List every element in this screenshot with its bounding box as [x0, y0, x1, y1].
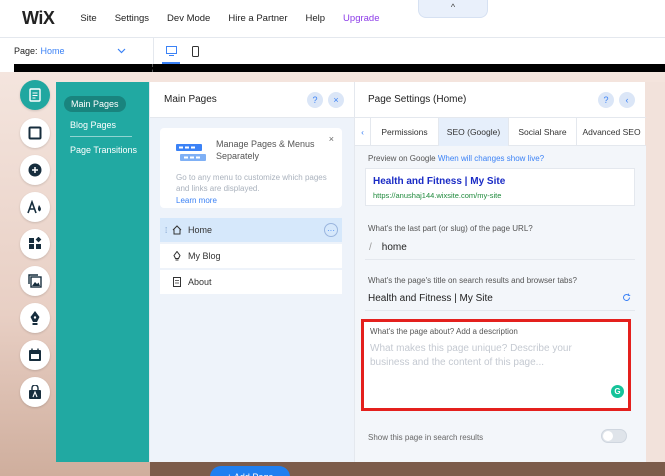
device-switcher — [162, 38, 202, 64]
pages-icon[interactable] — [20, 80, 50, 110]
mobile-icon[interactable] — [188, 38, 202, 64]
menu-site[interactable]: Site — [80, 13, 96, 24]
page-icon — [172, 277, 182, 287]
page-settings-header: Page Settings (Home) ? ‹ — [355, 82, 646, 118]
menu-settings[interactable]: Settings — [115, 13, 149, 24]
page-settings-title: Page Settings (Home) — [368, 94, 467, 105]
preview-label: Preview on Google — [368, 154, 436, 163]
page-settings-panel: Page Settings (Home) ? ‹ ‹ Permissions S… — [354, 82, 646, 462]
slug-value: home — [381, 242, 407, 253]
pages-nav-panel: Main Pages Blog Pages Page Transitions — [56, 82, 149, 462]
show-in-search-label: Show this page in search results — [368, 433, 484, 442]
description-field[interactable]: What's the page about? Add a description… — [361, 319, 631, 411]
add-icon[interactable] — [20, 155, 50, 185]
desktop-icon[interactable] — [162, 38, 180, 64]
main-pages-title: Main Pages — [164, 94, 217, 105]
page-item-my-blog[interactable]: My Blog — [160, 244, 342, 268]
page-item-label: About — [188, 277, 212, 287]
learn-more-link[interactable]: Learn more — [176, 196, 217, 205]
settings-tabs: ‹ Permissions SEO (Google) Social Share … — [355, 118, 646, 146]
page-item-label: My Blog — [188, 251, 221, 261]
collapse-toolbar-tab[interactable]: ^ — [418, 0, 488, 18]
show-in-search-toggle[interactable] — [601, 429, 627, 443]
seo-title-field[interactable]: Health and Fitness | My Site — [365, 287, 635, 311]
slug-label: What's the last part (or slug) of the pa… — [368, 224, 533, 233]
top-bar: WiX Site Settings Dev Mode Hire a Partne… — [0, 0, 665, 38]
page-selector-value: Home — [40, 46, 65, 56]
google-preview: Health and Fitness | My Site https://anu… — [365, 168, 635, 206]
tabs-scroll-left-icon[interactable]: ‹ — [355, 118, 371, 146]
main-pages-header: Main Pages ? × — [150, 82, 355, 118]
background-icon[interactable] — [20, 118, 50, 148]
help-icon[interactable]: ? — [598, 92, 614, 108]
wix-logo[interactable]: WiX — [22, 8, 55, 29]
blog-icon[interactable] — [20, 303, 50, 333]
menu-help[interactable]: Help — [306, 13, 326, 24]
left-rail — [16, 80, 56, 432]
reset-icon[interactable] — [622, 293, 631, 305]
app-market-icon[interactable] — [20, 229, 50, 259]
main-pages-body: Manage Pages & Menus Separately × Go to … — [150, 118, 355, 476]
chevron-up-icon: ^ — [450, 2, 456, 12]
add-page-button[interactable]: + Add Page — [210, 466, 290, 476]
chevron-down-icon — [117, 46, 126, 56]
nav-blog-pages[interactable]: Blog Pages — [70, 120, 116, 130]
nav-main-pages[interactable]: Main Pages — [64, 96, 126, 112]
description-label: What's the page about? Add a description — [370, 327, 518, 336]
slug-field[interactable]: / home — [365, 236, 635, 260]
menu-dev-mode[interactable]: Dev Mode — [167, 13, 210, 24]
tab-permissions[interactable]: Permissions — [371, 118, 439, 146]
seo-title-label: What's the page's title on search result… — [368, 276, 577, 285]
manage-menus-promo: Manage Pages & Menus Separately × Go to … — [160, 128, 342, 208]
close-icon[interactable]: × — [328, 92, 344, 108]
media-icon[interactable] — [20, 266, 50, 296]
preview-title: Health and Fitness | My Site — [373, 176, 506, 187]
back-icon[interactable]: ‹ — [619, 92, 635, 108]
page-selector[interactable]: Page: Home — [14, 38, 154, 64]
store-icon[interactable] — [20, 377, 50, 407]
grammarly-icon[interactable]: G — [611, 385, 624, 398]
menus-illustration-icon — [176, 142, 206, 164]
promo-title: Manage Pages & Menus Separately — [216, 139, 315, 161]
promo-close-icon[interactable]: × — [329, 134, 334, 144]
page-selector-label: Page: — [14, 46, 38, 56]
nav-divider — [70, 136, 132, 137]
page-item-label: Home — [188, 225, 213, 235]
changes-live-link[interactable]: When will changes show live? — [438, 154, 544, 163]
tab-social-share[interactable]: Social Share — [509, 118, 577, 146]
page-bar: Page: Home — [0, 38, 665, 64]
slug-prefix: / — [369, 242, 372, 253]
promo-description: Go to any menu to customize which pages … — [176, 173, 327, 193]
canvas-top-bar — [14, 64, 665, 72]
preview-url: https://anushaj144.wixsite.com/my-site — [373, 191, 502, 200]
seo-settings-body: Preview on Google When will changes show… — [355, 146, 646, 462]
bookings-icon[interactable] — [20, 340, 50, 370]
tab-advanced-seo[interactable]: Advanced SEO — [577, 118, 646, 146]
nav-page-transitions[interactable]: Page Transitions — [70, 145, 137, 155]
blog-page-icon — [172, 251, 182, 261]
seo-title-value: Health and Fitness | My Site — [368, 293, 493, 304]
top-menu: Site Settings Dev Mode Hire a Partner He… — [80, 13, 397, 24]
main-pages-panel: Main Pages ? × Manage Pages & Menus Sepa… — [149, 82, 355, 476]
home-icon — [172, 225, 182, 235]
page-item-about[interactable]: About — [160, 270, 342, 294]
theme-icon[interactable] — [20, 192, 50, 222]
preview-label-row: Preview on Google When will changes show… — [368, 154, 544, 163]
description-placeholder: What makes this page unique? Describe yo… — [370, 343, 572, 368]
menu-upgrade[interactable]: Upgrade — [343, 13, 379, 24]
more-options-icon[interactable]: ··· — [324, 223, 338, 237]
canvas-right-edge — [645, 82, 665, 462]
help-icon[interactable]: ? — [307, 92, 323, 108]
menu-hire-a-partner[interactable]: Hire a Partner — [228, 13, 287, 24]
tab-seo-google[interactable]: SEO (Google) — [439, 118, 509, 146]
drag-handle-icon[interactable]: ⁞ — [165, 226, 167, 235]
page-item-home[interactable]: ⁞ Home ··· — [160, 218, 342, 242]
